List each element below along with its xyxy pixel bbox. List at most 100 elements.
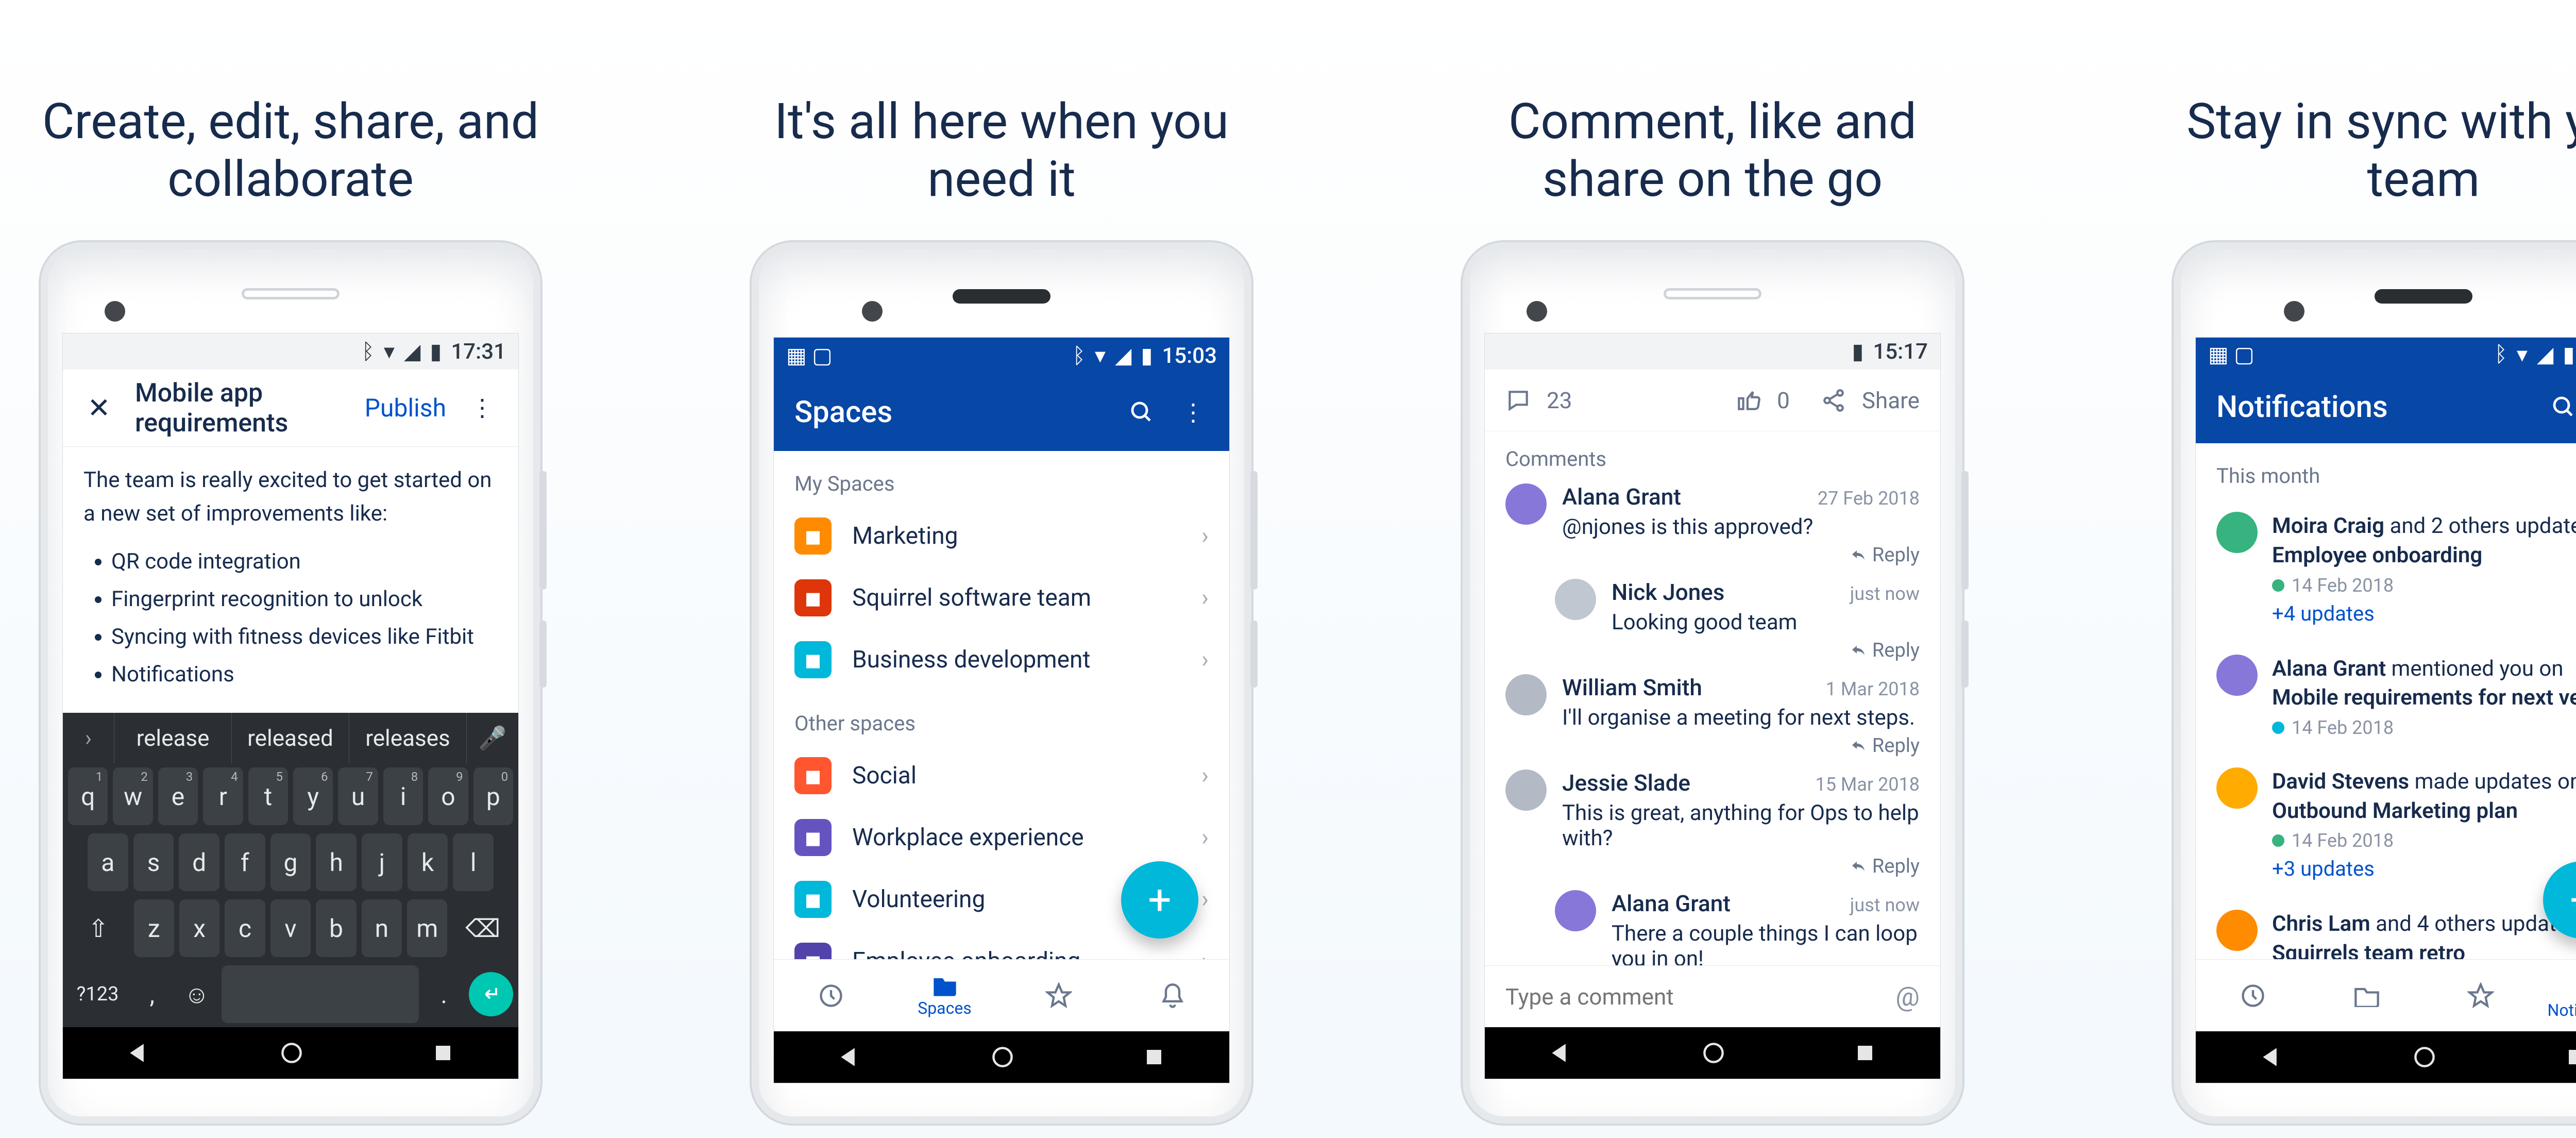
reply-button[interactable]: Reply	[1612, 639, 1920, 662]
key-o[interactable]: o9	[428, 767, 468, 825]
tab-spaces[interactable]: Spaces	[888, 974, 1002, 1018]
share-button[interactable]: Share	[1862, 387, 1920, 414]
comment-text: I'll organise a meeting for next steps.	[1562, 705, 1920, 730]
page-title: Notifications	[2216, 390, 2528, 425]
overflow-icon[interactable]: ⋮	[467, 393, 498, 424]
tab-recent[interactable]	[774, 982, 888, 1009]
comment-icon[interactable]	[1505, 388, 1531, 413]
home-icon[interactable]	[2413, 1046, 2436, 1068]
space-row[interactable]: ◼Workplace experience›	[774, 807, 1229, 868]
tab-starred[interactable]	[2424, 982, 2537, 1009]
back-icon[interactable]	[128, 1042, 150, 1064]
share-icon[interactable]	[1821, 388, 1846, 413]
search-icon[interactable]	[1126, 397, 1157, 428]
tab-starred[interactable]	[1002, 982, 1115, 1009]
home-icon[interactable]	[1702, 1042, 1725, 1064]
key-shift[interactable]: ⇧	[68, 899, 129, 957]
android-navbar	[2196, 1031, 2576, 1083]
reply-button[interactable]: Reply	[1562, 544, 1920, 566]
avatar	[1505, 674, 1547, 715]
key-n[interactable]: n	[362, 899, 402, 957]
tab-spaces[interactable]	[2310, 984, 2424, 1007]
key-f[interactable]: f	[225, 833, 265, 891]
key-backspace[interactable]: ⌫	[452, 899, 513, 957]
close-icon[interactable]: ✕	[83, 393, 114, 424]
mic-icon[interactable]: 🎤	[467, 713, 518, 763]
key-y[interactable]: y6	[293, 767, 333, 825]
key-s[interactable]: s	[133, 833, 174, 891]
fab-create[interactable]: +	[1121, 861, 1198, 939]
page-title: Mobile app requirements	[135, 378, 344, 438]
recents-icon[interactable]	[1144, 1047, 1164, 1067]
key-i[interactable]: i8	[383, 767, 423, 825]
key-w[interactable]: w2	[113, 767, 152, 825]
key-a[interactable]: a	[88, 833, 128, 891]
status-dot	[2272, 579, 2284, 592]
mention-icon[interactable]: @	[1895, 981, 1920, 1012]
recents-icon[interactable]	[433, 1043, 453, 1063]
space-row[interactable]: ◼Squirrel software team›	[774, 567, 1229, 629]
avatar	[1505, 769, 1547, 811]
key-r[interactable]: r4	[203, 767, 243, 825]
key-q[interactable]: q1	[68, 767, 108, 825]
key-c[interactable]: c	[225, 899, 265, 957]
recents-icon[interactable]	[2566, 1047, 2576, 1067]
home-icon[interactable]	[280, 1042, 303, 1064]
notification-item[interactable]: Alana Grant mentioned you on Mobile requ…	[2196, 640, 2576, 753]
key-d[interactable]: d	[179, 833, 219, 891]
key-h[interactable]: h	[316, 833, 357, 891]
updates-link[interactable]: +3 updates	[2272, 857, 2576, 881]
notification-item[interactable]: Moira Craig and 2 others updated Employe…	[2196, 497, 2576, 640]
suggestion-3[interactable]: releases	[349, 713, 467, 763]
space-row[interactable]: ◼Social›	[774, 745, 1229, 807]
key-e[interactable]: e3	[158, 767, 198, 825]
comment-text: @njones is this approved?	[1562, 514, 1920, 540]
android-navbar	[1485, 1027, 1940, 1079]
key-v[interactable]: v	[270, 899, 311, 957]
key-j[interactable]: j	[362, 833, 402, 891]
keyboard[interactable]: › release released releases 🎤 q1w2e3r4t5…	[63, 713, 518, 1027]
tab-notifications[interactable]	[1115, 982, 1229, 1009]
comment-input-bar: @	[1485, 965, 1940, 1027]
key-comma[interactable]: ,	[132, 965, 172, 1023]
overflow-icon[interactable]: ⋮	[1178, 397, 1209, 428]
tab-recent[interactable]	[2196, 982, 2310, 1009]
back-icon[interactable]	[1550, 1042, 1572, 1064]
page-title: Spaces	[794, 395, 1106, 430]
space-row[interactable]: ◼Marketing›	[774, 505, 1229, 567]
search-icon[interactable]	[2548, 392, 2576, 423]
key-k[interactable]: k	[408, 833, 448, 891]
back-icon[interactable]	[2261, 1046, 2283, 1068]
key-g[interactable]: g	[270, 833, 311, 891]
key-p[interactable]: p0	[473, 767, 513, 825]
key-space[interactable]	[222, 965, 419, 1023]
key-z[interactable]: z	[134, 899, 174, 957]
key-emoji[interactable]: ☺	[177, 965, 217, 1023]
updates-link[interactable]: +4 updates	[2272, 601, 2576, 626]
comment-input[interactable]	[1505, 983, 1883, 1010]
phone-1: ᛒ ▾ ◢ ▮ 17:31 ✕ Mobile app requirements …	[41, 242, 540, 1124]
recents-icon[interactable]	[1855, 1043, 1875, 1063]
chevron-right-icon: ›	[1201, 885, 1209, 913]
suggestion-1[interactable]: release	[114, 713, 232, 763]
key-m[interactable]: m	[407, 899, 447, 957]
key-x[interactable]: x	[179, 899, 219, 957]
space-row[interactable]: ◼Business development›	[774, 629, 1229, 691]
reply-button[interactable]: Reply	[1562, 734, 1920, 757]
notification-item[interactable]: David Stevens made updates on Outbound M…	[2196, 753, 2576, 895]
key-numeric[interactable]: ?123	[68, 965, 127, 1023]
key-period[interactable]: .	[424, 965, 464, 1023]
back-icon[interactable]	[839, 1046, 861, 1068]
tab-notifications[interactable]: Notifications	[2537, 972, 2576, 1020]
chevron-right-icon[interactable]: ›	[63, 713, 114, 763]
reply-button[interactable]: Reply	[1562, 855, 1920, 878]
key-l[interactable]: l	[453, 833, 494, 891]
suggestion-2[interactable]: released	[232, 713, 349, 763]
like-icon[interactable]	[1736, 388, 1761, 413]
home-icon[interactable]	[991, 1046, 1014, 1068]
key-t[interactable]: t5	[248, 767, 288, 825]
key-enter[interactable]	[469, 972, 513, 1016]
publish-button[interactable]: Publish	[365, 393, 446, 423]
key-b[interactable]: b	[316, 899, 356, 957]
key-u[interactable]: u7	[338, 767, 378, 825]
